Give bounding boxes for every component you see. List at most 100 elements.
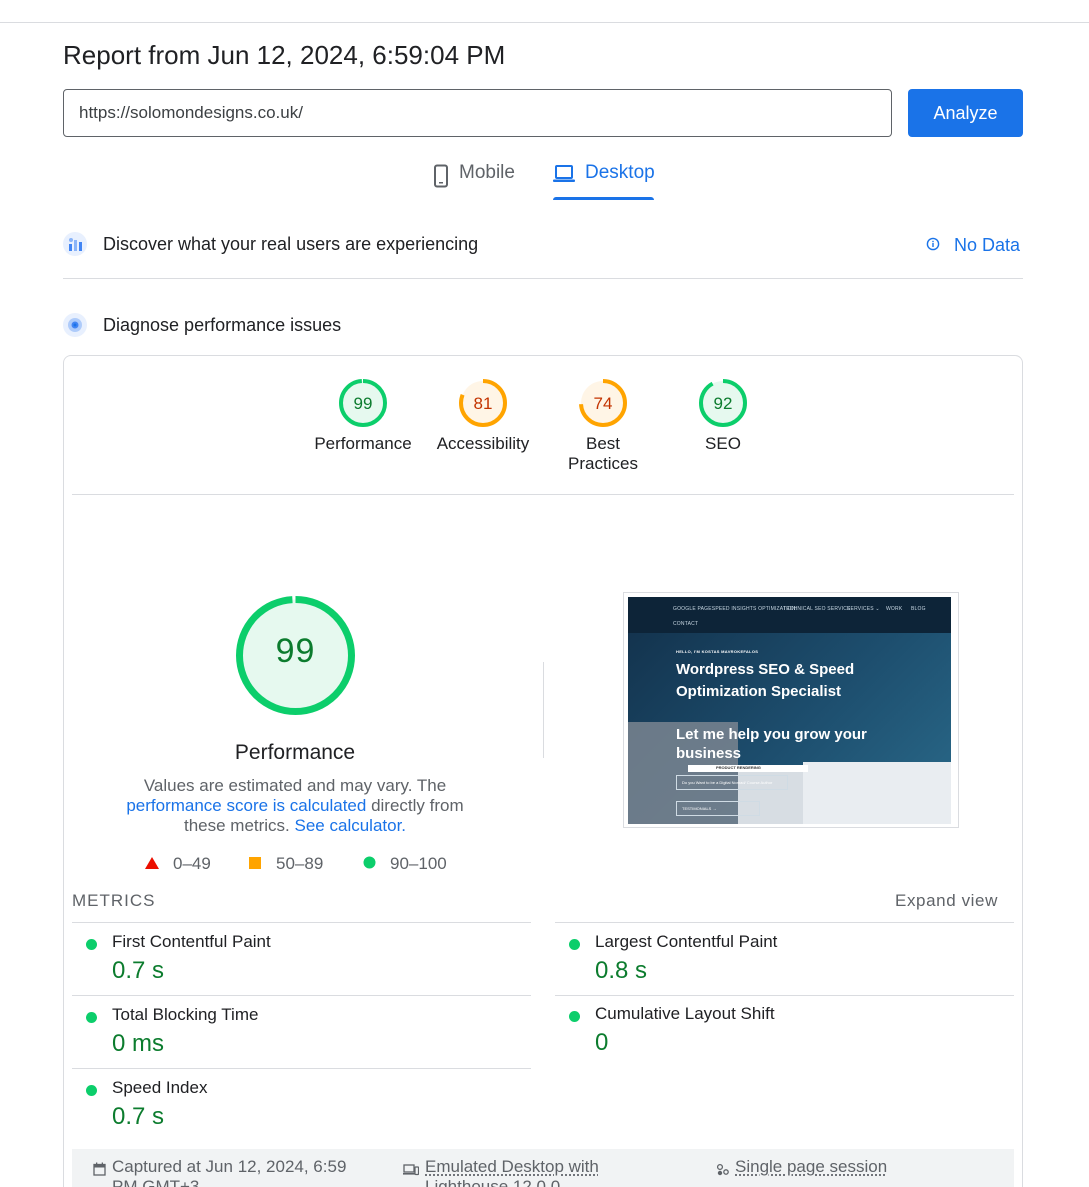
real-users-icon — [63, 232, 87, 256]
circle-pass-icon — [363, 854, 376, 874]
square-average-icon — [249, 854, 262, 874]
see-calculator-link[interactable]: See calculator. — [295, 816, 407, 835]
lab-diagnose-icon — [63, 313, 87, 337]
gauge-best-practices-score: 74 — [593, 394, 613, 413]
laptop-icon — [553, 164, 575, 190]
emulated-line-1: Emulated Desktop with — [425, 1157, 599, 1176]
ss-nav-item: BLOG — [911, 606, 926, 612]
ss-nav-item: WORK — [886, 606, 903, 612]
single-page-session[interactable]: Single page session — [716, 1157, 887, 1181]
captured-at: Captured at Jun 12, 2024, 6:59 PM GMT+3 — [93, 1157, 346, 1187]
desc-text-1: Values are estimated and may vary. The — [143, 776, 447, 795]
active-tab-indicator — [553, 197, 654, 200]
metric-si: Speed Index 0.7 s — [72, 1068, 531, 1141]
gauge-best-practices[interactable]: 74 Best Practices — [543, 378, 663, 474]
score-calculated-link[interactable]: performance score is calculated — [126, 796, 366, 815]
ss-nav-item: SERVICES ⌄ — [847, 606, 880, 612]
top-divider — [0, 22, 1089, 23]
performance-description: Values are estimated and may vary. The p… — [95, 776, 495, 836]
metric-value: 0.7 s — [112, 957, 165, 984]
metric-name: First Contentful Paint — [112, 932, 271, 951]
ss-button-2: TESTIMONIALS → — [676, 801, 760, 816]
legend-fail: 0–49 — [145, 854, 211, 874]
ss-nav-item: GOOGLE PAGESPEED INSIGHTS OPTIMIZATION — [673, 606, 796, 612]
ss-strip: PRODUCT RENDERING — [688, 765, 808, 772]
metric-tbt: Total Blocking Time 0 ms — [72, 995, 531, 1068]
pass-dot-icon — [86, 939, 97, 950]
gauge-seo-score: 92 — [713, 394, 733, 413]
card-divider — [72, 494, 1014, 495]
ss-nav-item: CONTACT — [673, 621, 699, 627]
metric-divider — [555, 995, 1014, 996]
gauge-best-practices-label-line1: Best — [585, 434, 621, 453]
no-data-link[interactable]: No Data — [926, 235, 1020, 256]
metric-name: Cumulative Layout Shift — [595, 1004, 775, 1023]
no-data-label: No Data — [954, 235, 1021, 255]
info-icon — [926, 235, 940, 256]
metrics-heading: METRICS — [72, 891, 156, 910]
captured-line-1: Captured at Jun 12, 2024, 6:59 — [112, 1157, 347, 1176]
legend-fail-label: 0–49 — [173, 854, 211, 873]
triangle-fail-icon — [145, 854, 159, 874]
ss-image-right — [803, 762, 951, 824]
page-title: Report from Jun 12, 2024, 6:59:04 PM — [63, 40, 506, 70]
pass-dot-icon — [86, 1085, 97, 1096]
legend-pass: 90–100 — [363, 854, 447, 874]
tab-mobile[interactable]: Mobile — [433, 162, 515, 202]
metric-name: Speed Index — [112, 1078, 208, 1097]
tab-desktop-label: Desktop — [585, 162, 655, 183]
metric-value: 0.7 s — [112, 1103, 165, 1130]
gauge-seo[interactable]: 92 SEO — [663, 378, 783, 454]
ss-kicker: HELLO, I'M KOSTAS MAVROKEFALOS — [676, 649, 759, 654]
diagnose-section-header: Diagnose performance issues — [63, 313, 1023, 337]
final-screenshot: GOOGLE PAGESPEED INSIGHTS OPTIMIZATION T… — [628, 597, 951, 824]
ss-button-1: Do you Want to be a Digital Nomad/ Cours… — [676, 775, 788, 790]
metric-value: 0.8 s — [595, 957, 648, 984]
metric-lcp: Largest Contentful Paint 0.8 s — [555, 922, 1014, 995]
session-label: Single page session — [735, 1157, 888, 1176]
metric-fcp: First Contentful Paint 0.7 s — [72, 922, 531, 995]
url-input[interactable] — [63, 89, 892, 137]
pass-dot-icon — [569, 939, 580, 950]
emulated-line-2: Lighthouse 12.0.0 — [425, 1177, 561, 1187]
pass-dot-icon — [569, 1011, 580, 1022]
expand-view-toggle[interactable]: Expand view — [895, 891, 998, 911]
vertical-divider — [543, 662, 544, 758]
gauge-accessibility[interactable]: 81 Accessibility — [423, 378, 543, 454]
metric-name: Total Blocking Time — [112, 1005, 259, 1024]
legend-average: 50–89 — [249, 854, 323, 874]
devices-icon — [403, 1161, 420, 1181]
session-icon — [716, 1161, 729, 1181]
ss-headline: Wordpress SEO & Speed Optimization Speci… — [676, 661, 855, 700]
metric-value: 0 ms — [112, 1030, 165, 1057]
tab-desktop[interactable]: Desktop — [553, 162, 655, 202]
ss-subline: Let me help you grow your business — [676, 726, 867, 762]
legend-pass-label: 90–100 — [390, 854, 447, 873]
gauge-accessibility-score: 81 — [473, 394, 493, 413]
performance-big-score: 99 — [275, 632, 316, 670]
analyze-button[interactable]: Analyze — [908, 89, 1023, 137]
diagnose-title: Diagnose performance issues — [103, 314, 342, 335]
screenshot-nav: GOOGLE PAGESPEED INSIGHTS OPTIMIZATION T… — [628, 597, 951, 633]
legend-average-label: 50–89 — [276, 854, 324, 873]
calendar-icon — [93, 1161, 106, 1181]
gauge-seo-label: SEO — [705, 434, 741, 453]
captured-line-2: PM GMT+3 — [112, 1177, 200, 1187]
ss-nav-item: TECHNICAL SEO SERVICE — [783, 606, 851, 612]
gauge-performance-score: 99 — [353, 394, 373, 413]
desc-text-2: directly from — [371, 796, 464, 815]
tab-mobile-label: Mobile — [459, 162, 515, 183]
gauge-accessibility-label: Accessibility — [436, 434, 530, 453]
gauge-performance-label: Performance — [314, 434, 412, 453]
emulated-device[interactable]: Emulated Desktop with Lighthouse 12.0.0 — [403, 1157, 599, 1187]
desc-text-3: these metrics. — [183, 816, 290, 835]
metric-name: Largest Contentful Paint — [595, 932, 778, 951]
discover-title: Discover what your real users are experi… — [103, 233, 479, 254]
metric-cls: Cumulative Layout Shift 0 — [555, 995, 1014, 1068]
section-divider — [63, 278, 1023, 279]
gauge-best-practices-label-line2: Practices — [568, 454, 638, 473]
gauge-performance[interactable]: 99 Performance — [303, 378, 423, 454]
discover-section-header: Discover what your real users are experi… — [63, 232, 1023, 256]
performance-big-label: Performance — [234, 741, 356, 764]
metric-value: 0 — [595, 1029, 609, 1056]
